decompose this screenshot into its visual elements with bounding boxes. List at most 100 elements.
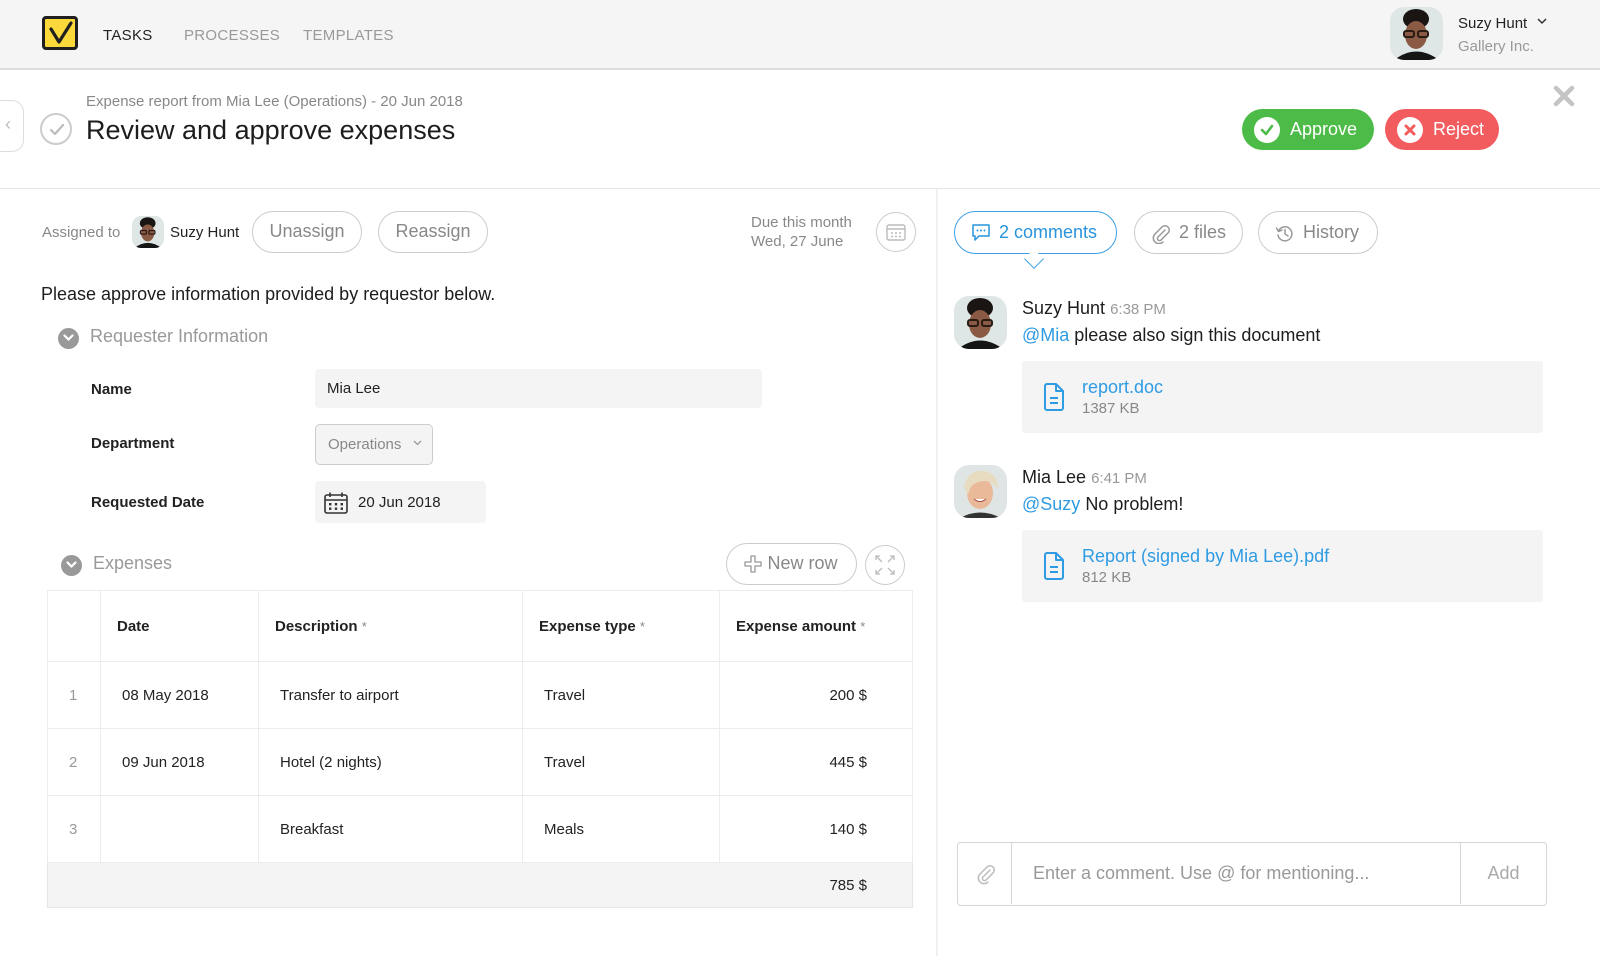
tab-comments-label: 2 comments <box>999 222 1098 242</box>
due-period: Due this month <box>751 214 852 231</box>
nav-tab-templates[interactable]: TEMPLATES <box>303 27 394 44</box>
tab-history-label: History <box>1303 222 1360 242</box>
column-header-description: Description * <box>258 590 523 662</box>
mention-link[interactable]: @Suzy <box>1022 494 1080 514</box>
nav-tab-processes[interactable]: PROCESSES <box>184 27 280 44</box>
table-row: 3 Breakfast Meals 140 $ <box>47 795 913 863</box>
chevron-down-icon <box>1537 17 1547 28</box>
reassign-button[interactable]: Reassign <box>378 211 488 253</box>
top-navigation-bar: TASKS PROCESSES TEMPLATES Suzy Hunt Gall… <box>0 0 1600 70</box>
back-button[interactable]: ‹ <box>0 100 24 152</box>
expand-icon[interactable] <box>865 545 905 585</box>
comment-attachment[interactable]: Report (signed by Mia Lee).pdf 812 KB <box>1022 530 1543 602</box>
cell-expense-amount[interactable]: 140 $ <box>719 795 913 863</box>
approve-button[interactable]: Approve <box>1242 109 1374 150</box>
comment-attachment[interactable]: report.doc 1387 KB <box>1022 361 1543 433</box>
comment-composer: Add <box>957 842 1547 906</box>
close-icon[interactable] <box>1553 85 1575 107</box>
unassign-button[interactable]: Unassign <box>252 211 362 253</box>
table-total-row: 785 $ <box>47 862 913 908</box>
assignee-name: Suzy Hunt <box>170 224 240 241</box>
calendar-icon <box>324 492 348 514</box>
comment-time: 6:41 PM <box>1091 470 1147 487</box>
new-row-button[interactable]: New row <box>726 543 857 585</box>
user-name: Suzy Hunt <box>1458 15 1528 32</box>
approve-label: Approve <box>1290 119 1358 139</box>
assignee-avatar <box>132 216 164 248</box>
comment-text: @Suzy No problem! <box>1022 494 1183 515</box>
department-select[interactable]: Operations <box>315 424 433 465</box>
user-avatar <box>1390 7 1443 60</box>
attach-file-button[interactable] <box>958 843 1012 904</box>
department-value: Operations <box>328 436 402 453</box>
column-header-index <box>47 590 101 662</box>
calendar-icon[interactable] <box>876 212 916 252</box>
comment-author-name: Mia Lee <box>1022 467 1087 487</box>
reject-label: Reject <box>1433 119 1485 139</box>
comment-author-avatar <box>954 296 1007 349</box>
comment-text: @Mia please also sign this document <box>1022 325 1320 346</box>
app-logo-check-icon[interactable] <box>42 16 78 50</box>
row-number: 2 <box>47 728 101 796</box>
tab-files-label: 2 files <box>1179 222 1227 242</box>
instructions-text: Please approve information provided by r… <box>41 284 496 304</box>
tab-files[interactable]: 2 files <box>1134 211 1243 254</box>
cell-description[interactable]: Breakfast <box>258 795 523 863</box>
row-number: 3 <box>47 795 101 863</box>
comment-author-name: Suzy Hunt <box>1022 298 1106 318</box>
mention-link[interactable]: @Mia <box>1022 325 1069 345</box>
expenses-section-title: Expenses <box>93 553 173 573</box>
cell-description[interactable]: Transfer to airport <box>258 661 523 729</box>
column-header-expense-amount: Expense amount * <box>719 590 913 662</box>
requested-date-label: Requested Date <box>91 494 205 511</box>
table-header-row: Date Description * Expense type * Expens… <box>47 590 913 662</box>
paperclip-icon <box>977 865 995 885</box>
required-mark: * <box>639 618 645 634</box>
header-divider <box>0 188 1600 189</box>
cell-expense-type[interactable]: Travel <box>522 661 720 729</box>
total-spacer <box>47 862 720 908</box>
history-icon <box>1275 226 1293 242</box>
panel-divider <box>936 189 938 956</box>
table-row: 1 08 May 2018 Transfer to airport Travel… <box>47 661 913 729</box>
paperclip-icon <box>1152 225 1170 244</box>
attachment-name[interactable]: report.doc <box>1082 377 1163 398</box>
attachment-size: 1387 KB <box>1082 400 1140 417</box>
cell-date[interactable]: 09 Jun 2018 <box>100 728 259 796</box>
cell-expense-amount[interactable]: 445 $ <box>719 728 913 796</box>
attachment-size: 812 KB <box>1082 569 1132 586</box>
nav-tab-tasks[interactable]: TASKS <box>103 27 153 44</box>
requested-date-field[interactable]: 20 Jun 2018 <box>315 481 486 523</box>
table-row: 2 09 Jun 2018 Hotel (2 nights) Travel 44… <box>47 728 913 796</box>
row-number: 1 <box>47 661 101 729</box>
new-row-label: New row <box>767 553 838 573</box>
assigned-to-label: Assigned to <box>42 224 121 241</box>
cell-expense-type[interactable]: Meals <box>522 795 720 863</box>
comment-input[interactable] <box>1013 843 1460 904</box>
due-date: Wed, 27 June <box>751 233 844 250</box>
cell-date[interactable] <box>100 795 259 863</box>
user-organization: Gallery Inc. <box>1458 38 1534 55</box>
cell-date[interactable]: 08 May 2018 <box>100 661 259 729</box>
name-field[interactable]: Mia Lee <box>315 369 762 408</box>
comment-time: 6:38 PM <box>1110 301 1166 318</box>
name-label: Name <box>91 381 132 398</box>
total-amount: 785 $ <box>719 862 913 908</box>
cell-expense-amount[interactable]: 200 $ <box>719 661 913 729</box>
reject-button[interactable]: Reject <box>1385 109 1499 150</box>
column-header-expense-type: Expense type * <box>522 590 720 662</box>
tab-comments[interactable]: 2 comments <box>954 211 1117 254</box>
x-circle-icon <box>1397 117 1423 143</box>
chevron-down-circle-icon <box>58 328 79 349</box>
add-comment-button[interactable]: Add <box>1460 843 1546 904</box>
due-date-label: Due this month Wed, 27 June <box>751 213 852 251</box>
attachment-name[interactable]: Report (signed by Mia Lee).pdf <box>1082 546 1329 567</box>
cell-expense-type[interactable]: Travel <box>522 728 720 796</box>
department-label: Department <box>91 435 175 452</box>
task-complete-check-icon[interactable] <box>40 113 72 145</box>
cell-description[interactable]: Hotel (2 nights) <box>258 728 523 796</box>
required-mark: * <box>361 618 367 634</box>
user-menu[interactable]: Suzy Hunt Gallery Inc. <box>1390 7 1590 63</box>
tab-history[interactable]: History <box>1258 211 1378 254</box>
document-icon <box>1044 383 1064 411</box>
